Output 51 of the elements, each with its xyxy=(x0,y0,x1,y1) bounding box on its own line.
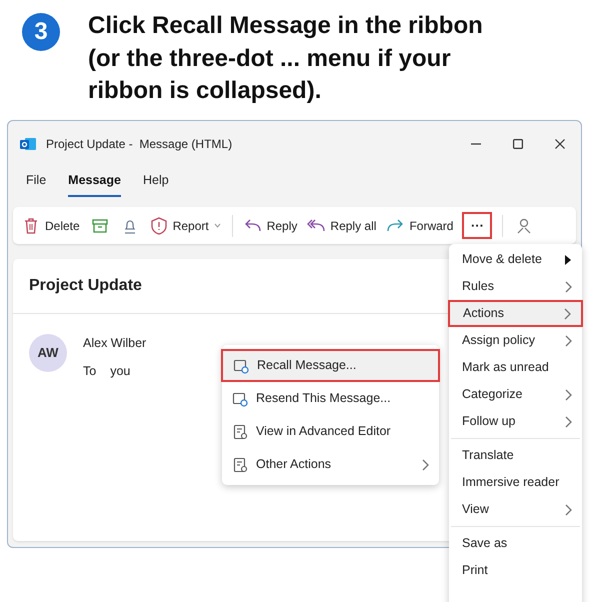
menu-item[interactable]: View in Advanced Editor xyxy=(222,415,439,448)
menu-item[interactable]: Save as xyxy=(449,530,582,557)
menu-item[interactable]: Categorize xyxy=(449,381,582,408)
menu-item[interactable]: Recall Message... xyxy=(221,349,440,382)
menu-item[interactable]: Assign policy xyxy=(449,327,582,354)
menu-item[interactable]: Actions xyxy=(448,300,583,327)
menu-item[interactable]: Immersive reader xyxy=(449,469,582,496)
archive-box-icon xyxy=(90,216,109,234)
chevron-right-icon xyxy=(564,388,572,400)
trash-icon xyxy=(22,216,40,234)
recipient: you xyxy=(110,362,130,380)
maximize-icon xyxy=(513,139,523,149)
report-button[interactable]: Report xyxy=(148,216,222,234)
message-subject: Project Update xyxy=(29,276,142,296)
reply-button[interactable]: Reply xyxy=(242,216,298,234)
menu-item[interactable]: Move & delete xyxy=(449,246,582,273)
window-title: Project Update - Message (HTML) xyxy=(46,136,232,153)
forward-button[interactable]: Forward xyxy=(385,216,454,234)
menu-item[interactable]: Resend This Message... xyxy=(222,382,439,415)
menu-item[interactable]: Print xyxy=(449,557,582,584)
delete-button[interactable]: Delete xyxy=(21,216,81,234)
menu-item[interactable]: Translate xyxy=(449,442,582,469)
more-options-button[interactable]: ··· xyxy=(462,212,492,239)
shield-icon xyxy=(150,216,168,234)
tab[interactable]: File xyxy=(26,171,46,197)
envelope-window-icon xyxy=(233,358,249,374)
minimize-icon xyxy=(471,143,481,145)
chevron-right-icon xyxy=(564,416,572,428)
menu-item[interactable]: Other Actions xyxy=(222,448,439,481)
tab[interactable]: Help xyxy=(142,171,169,197)
reply-all-button[interactable]: Reply all xyxy=(306,216,378,234)
tab[interactable]: Message xyxy=(68,171,121,197)
menu-item[interactable]: View xyxy=(449,496,582,523)
app-logo-icon xyxy=(20,137,36,151)
chevron-right-icon xyxy=(564,504,572,516)
triangle-right-icon xyxy=(564,254,572,266)
to-label: To xyxy=(83,362,96,380)
step-badge: 3 xyxy=(22,13,60,51)
envelope-window-icon xyxy=(232,390,248,406)
instruction-text: Click Recall Message in the ribbon (or the three-dot ... menu if your ribbon is collapsed). xyxy=(88,11,484,106)
chevron-right-icon xyxy=(564,280,572,292)
menu-item[interactable]: Follow up xyxy=(449,408,582,435)
menu-item[interactable]: Rules xyxy=(449,273,582,300)
chevron-right-icon xyxy=(564,334,572,346)
sender-name: Alex Wilber xyxy=(83,335,146,352)
close-icon xyxy=(555,139,565,149)
chevron-right-icon xyxy=(563,308,571,320)
document-icon xyxy=(232,424,248,440)
sender-avatar: AW xyxy=(29,334,67,372)
document-icon xyxy=(232,456,248,472)
menu-item[interactable]: Mark as unread xyxy=(449,354,582,381)
